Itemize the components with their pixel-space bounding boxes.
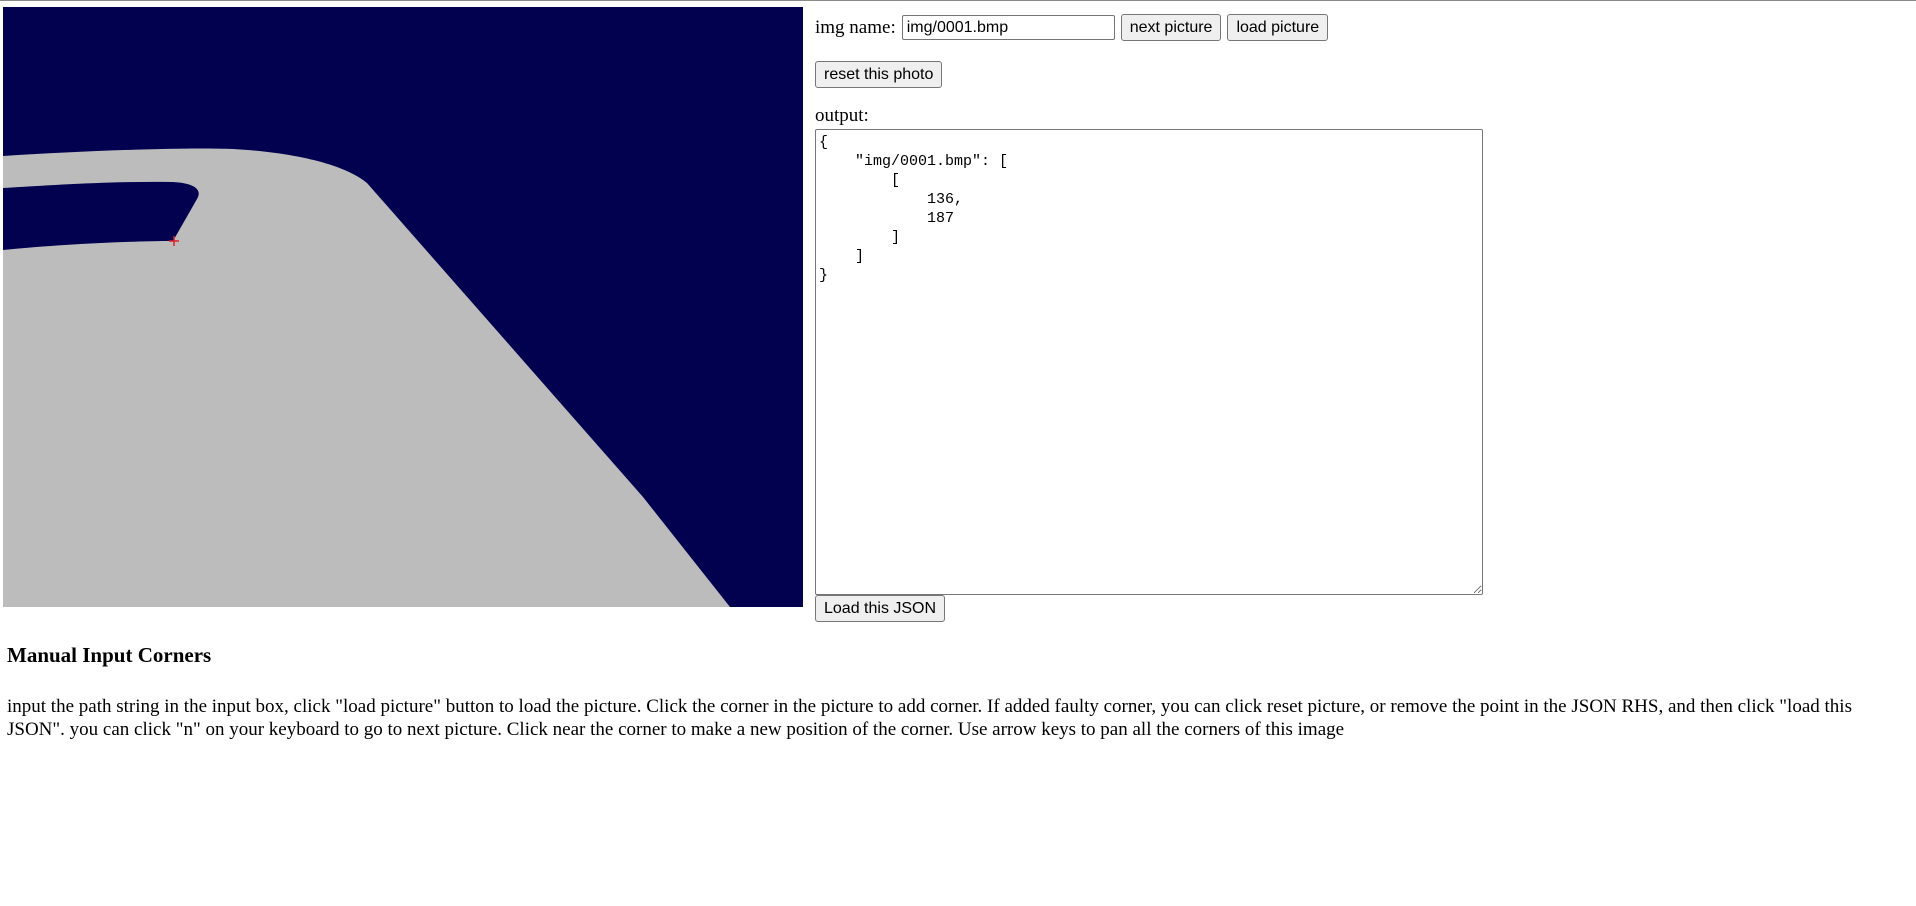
image-canvas[interactable] xyxy=(3,7,803,607)
reset-photo-button[interactable]: reset this photo xyxy=(815,61,943,88)
load-json-row: Load this JSON xyxy=(815,595,1515,622)
output-label: output: xyxy=(815,105,869,126)
img-name-row: img name: next picture load picture xyxy=(815,14,1515,41)
img-name-input[interactable] xyxy=(901,15,1115,40)
reset-row: reset this photo xyxy=(815,61,1515,88)
instructions-text: input the path string in the input box, … xyxy=(7,696,1852,740)
next-picture-button[interactable]: next picture xyxy=(1120,14,1222,41)
control-panel: img name: next picture load picture rese… xyxy=(815,14,1515,622)
load-picture-button[interactable]: load picture xyxy=(1227,14,1329,41)
top-rule xyxy=(0,0,1916,1)
load-json-button[interactable]: Load this JSON xyxy=(815,595,946,622)
output-json-textarea[interactable]: { "img/0001.bmp": [ [ 136, 187 ] ] } xyxy=(815,129,1483,595)
image-svg[interactable] xyxy=(3,7,803,607)
img-name-label: img name: xyxy=(815,16,896,38)
page-heading: Manual Input Corners xyxy=(7,643,212,667)
